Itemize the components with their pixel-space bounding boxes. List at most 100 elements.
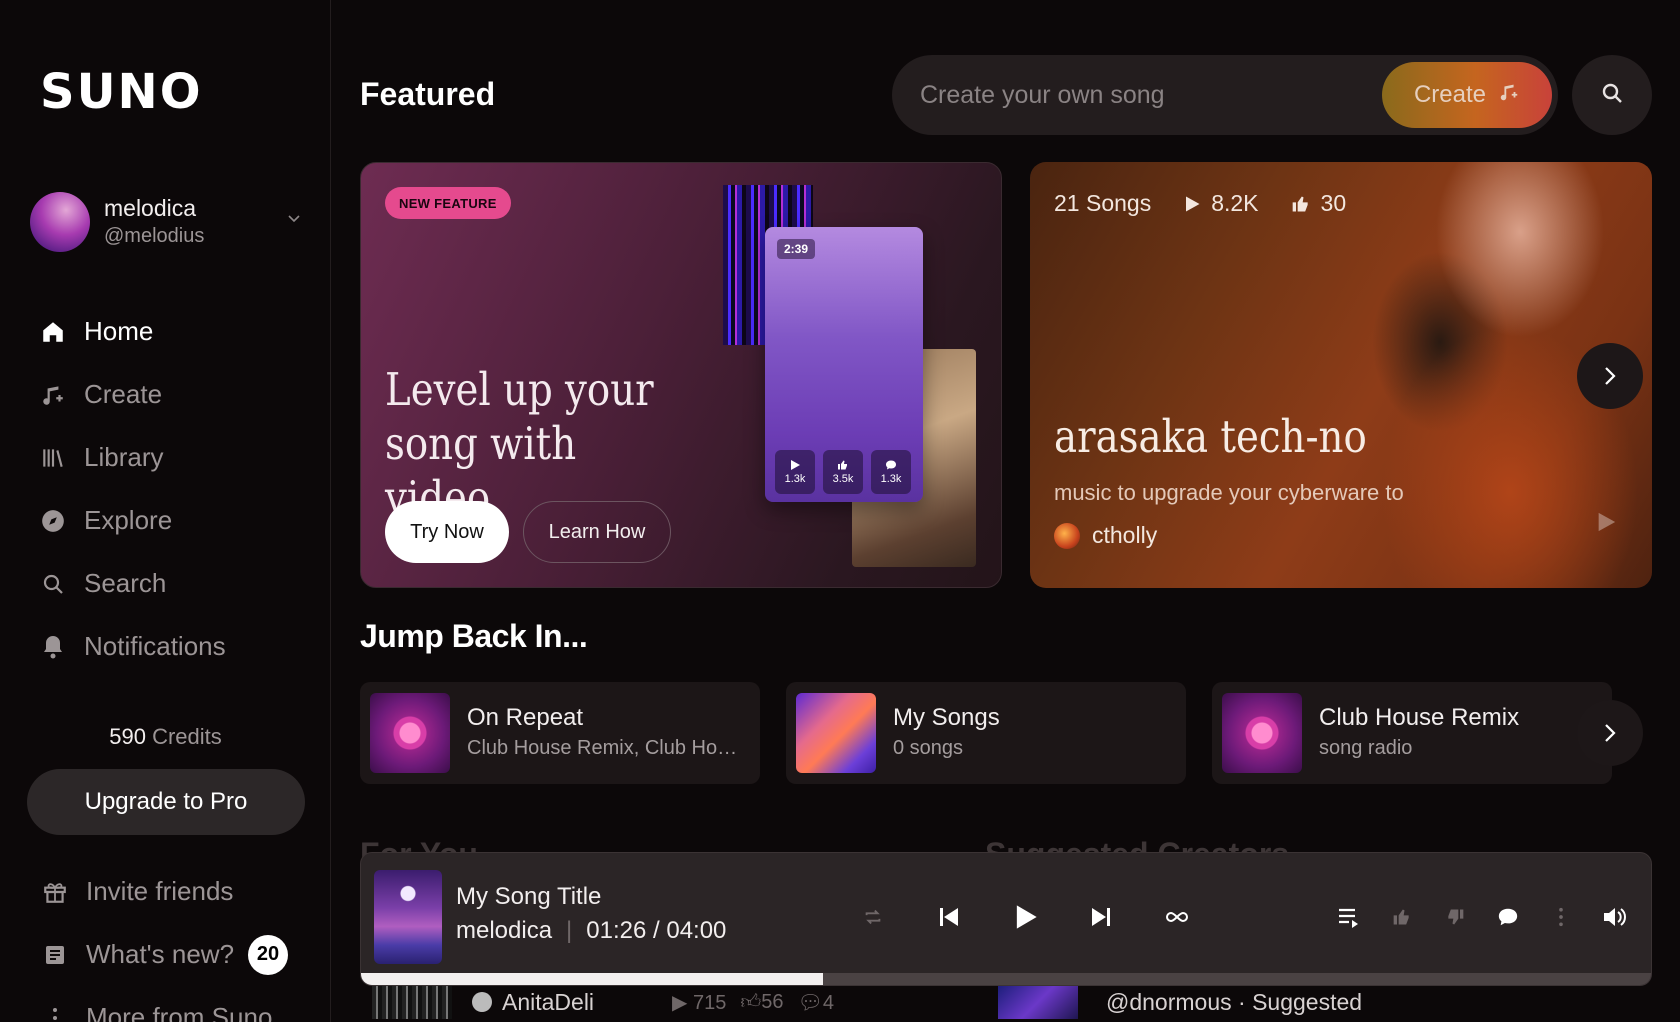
nav-item-library[interactable]: Library — [38, 426, 226, 489]
search-icon — [1600, 81, 1624, 110]
carousel-next-button[interactable] — [1577, 343, 1643, 409]
sidebar: SUNO melodica @melodius Home Create Libr… — [0, 0, 331, 1022]
like-count-value: 30 — [1320, 190, 1347, 216]
whats-new-badge: 20 — [248, 934, 289, 975]
jump-back-next-button[interactable] — [1577, 700, 1643, 766]
play-count: 8.2K — [1183, 190, 1259, 217]
search-icon — [38, 569, 68, 599]
music-plus-icon — [38, 380, 68, 410]
playlist-description: music to upgrade your cyberware to — [1054, 480, 1404, 505]
item-subtitle: Club House Remix, Club Hous... — [467, 737, 747, 759]
more-options-button[interactable] — [1539, 895, 1583, 939]
suno-logo[interactable]: SUNO — [40, 64, 203, 120]
song-count: 21 Songs — [1054, 190, 1152, 216]
jump-back-item-club-house-remix[interactable]: Club House Remix song radio — [1212, 682, 1612, 784]
comment-count: 1.3k — [871, 450, 911, 494]
whats-new-label: What's new? — [86, 939, 235, 969]
nav-item-search[interactable]: Search — [38, 552, 226, 615]
create-button[interactable]: Create — [1382, 62, 1552, 128]
playback-controls — [851, 895, 1231, 939]
repeat-icon — [865, 909, 881, 925]
playlist-stats: 21 Songs 8.2K 30 — [1054, 190, 1346, 217]
author-avatar — [1054, 522, 1080, 549]
song-artist[interactable]: melodica — [456, 917, 552, 945]
nav-item-explore[interactable]: Explore — [38, 489, 226, 552]
nav-item-home[interactable]: Home — [38, 300, 226, 363]
compass-icon — [38, 506, 68, 536]
play-icon — [1016, 905, 1037, 929]
user-name: melodica — [104, 195, 197, 221]
page-title: Featured — [360, 76, 496, 112]
search-button[interactable] — [1572, 55, 1652, 135]
comment-icon: 💬︎ — [797, 991, 823, 1014]
disco-ball-thumbnail — [370, 693, 450, 773]
item-title: Club House Remix — [1319, 704, 1520, 731]
credits-display: 590 Credits — [0, 724, 331, 750]
chevron-right-icon — [1605, 724, 1616, 742]
nav-label: Notifications — [84, 631, 226, 661]
try-now-button[interactable]: Try Now — [385, 501, 509, 563]
volume-button[interactable] — [1592, 895, 1636, 939]
jump-back-title: Jump Back In... — [360, 618, 588, 654]
nav-item-create[interactable]: Create — [38, 363, 226, 426]
play-button[interactable] — [1003, 895, 1047, 939]
creator-suggestion-text: @dnormous · Suggested — [1106, 988, 1363, 1015]
learn-how-button[interactable]: Learn How — [523, 501, 671, 563]
nav-label: Home — [84, 316, 154, 346]
play-count-value: 8.2K — [1211, 190, 1259, 216]
comments-button[interactable] — [1486, 895, 1530, 939]
next-button[interactable] — [1079, 895, 1123, 939]
library-icon — [38, 443, 68, 473]
news-icon — [40, 940, 70, 970]
video-feature-banner[interactable]: NEW FEATURE 2:39 1.3k 3.5k 1.3k Level up… — [360, 162, 1002, 588]
divider: | — [566, 917, 573, 944]
creator-row-peek[interactable]: @dnormous · Suggested — [998, 982, 1362, 1022]
loop-button[interactable] — [1155, 895, 1199, 939]
previous-button[interactable] — [927, 895, 971, 939]
disco-ball-thumbnail — [1222, 693, 1302, 773]
item-title: My Songs — [893, 704, 1000, 731]
create-song-bar: Create — [892, 55, 1558, 135]
playlist-title: arasaka tech-no — [1054, 410, 1367, 463]
like-button[interactable] — [1380, 895, 1424, 939]
song-meta: melodica | 01:26 / 04:00 — [456, 917, 726, 945]
creator-thumbnail — [998, 985, 1078, 1019]
queue-button[interactable] — [1327, 895, 1371, 939]
user-handle: @melodius — [104, 225, 205, 247]
create-song-input[interactable] — [920, 80, 1360, 110]
abstract-thumbnail — [796, 693, 876, 773]
repeat-button[interactable] — [851, 895, 895, 939]
more-from-suno-link[interactable]: More from Suno — [40, 986, 288, 1022]
upgrade-button[interactable]: Upgrade to Pro — [27, 769, 305, 835]
song-title[interactable]: My Song Title — [456, 883, 601, 911]
jump-back-item-my-songs[interactable]: My Songs 0 songs — [786, 682, 1186, 784]
playlist-banner[interactable]: 21 Songs 8.2K 30 arasaka tech-no music t… — [1030, 162, 1652, 588]
comment-count: 💬︎4 — [797, 990, 834, 1015]
song-artwork[interactable] — [374, 870, 442, 964]
thumbs-down-icon — [1448, 909, 1464, 925]
user-profile-menu[interactable]: melodica @melodius — [30, 190, 310, 254]
infinity-icon — [1166, 911, 1188, 923]
whats-new-link[interactable]: What's new? 20 — [40, 923, 289, 986]
chevron-down-icon — [288, 210, 300, 227]
more-vertical-icon — [40, 1003, 70, 1022]
like-count-value: 3.5k — [832, 473, 854, 485]
thumbs-up-icon: 👍︎ — [740, 990, 762, 1013]
dislike-button[interactable] — [1433, 895, 1477, 939]
nav-item-notifications[interactable]: Notifications — [38, 615, 226, 678]
bell-icon — [38, 632, 68, 662]
like-count: 👍︎56 — [740, 990, 783, 1015]
invite-friends-link[interactable]: Invite friends — [40, 860, 288, 923]
avatar — [30, 192, 90, 252]
song-row-peek[interactable]: AnitaDeli ▶ 715 👍︎56 💬︎4 — [372, 982, 834, 1022]
video-preview-card: 2:39 1.3k 3.5k 1.3k — [765, 227, 923, 502]
skip-forward-icon — [1092, 908, 1110, 926]
playlist-author[interactable]: ctholly — [1054, 522, 1157, 549]
song-time: 01:26 / 04:00 — [586, 917, 727, 944]
jump-back-item-on-repeat[interactable]: On Repeat Club House Remix, Club Hous... — [360, 682, 760, 784]
like-count: 3.5k — [823, 450, 863, 494]
sidebar-bottom-nav: Invite friends What's new? 20 More from … — [40, 860, 289, 1022]
more-from-suno-label: More from Suno — [86, 1002, 273, 1022]
playback-progress-bar[interactable] — [361, 973, 1651, 985]
playlist-play-button[interactable] — [1595, 510, 1617, 541]
